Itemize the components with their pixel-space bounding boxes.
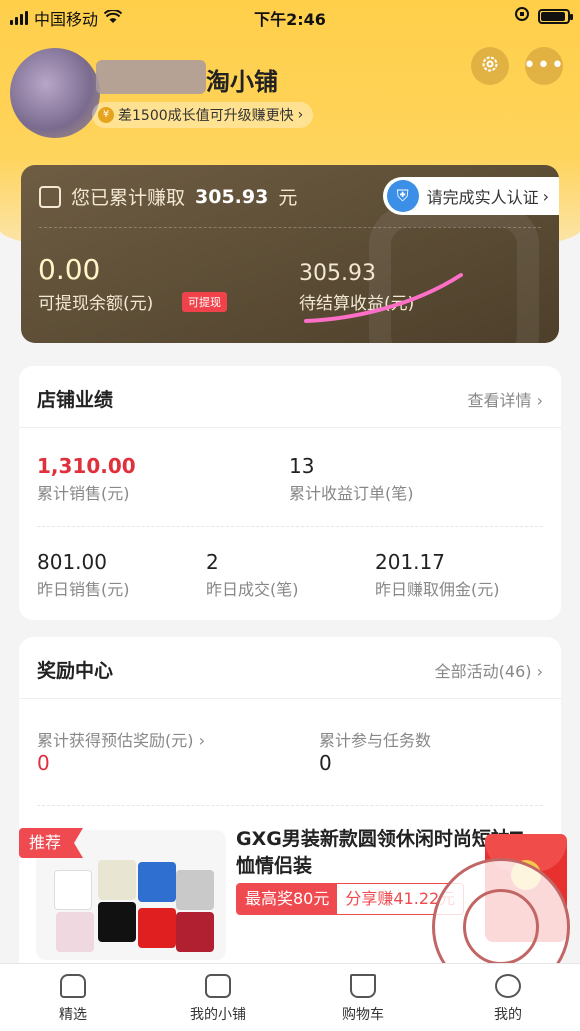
earnings-summary-prefix: 您已累计赚取 (71, 187, 186, 209)
growth-text: 差1500成长值可升级赚更快 (118, 108, 294, 124)
withdrawable-balance-label: 可提现余额(元) (38, 294, 154, 314)
yesterday-deals-value: 2 (206, 550, 219, 574)
yesterday-sales-label: 昨日销售(元) (37, 580, 130, 599)
tshirt-image (98, 860, 136, 900)
withdrawable-balance-value: 0.00 (38, 253, 101, 286)
tab-me[interactable]: 我的 (453, 974, 563, 1024)
battery-icon (538, 8, 573, 24)
shop-name: 淘小铺 (206, 68, 278, 96)
tshirt-image (176, 870, 214, 910)
gear-icon (480, 54, 500, 79)
prize-pill[interactable]: 最高奖80元 分享赚41.22元 (236, 883, 465, 915)
total-sales-metric: 1,310.00 累计销售(元) (37, 454, 136, 504)
max-prize-label: 最高奖80元 (237, 884, 338, 914)
yesterday-commission-value: 201.17 (375, 550, 445, 574)
yesterday-deals-metric: 2 昨日成交(笔) (206, 550, 299, 600)
chevron-right-icon: › (198, 731, 205, 750)
orientation-lock-icon (514, 6, 530, 26)
view-details-label: 查看详情 (467, 391, 532, 410)
chevron-right-icon: › (536, 662, 543, 681)
reward-title: 奖励中心 (37, 660, 114, 682)
total-sales-value: 1,310.00 (37, 454, 136, 478)
yesterday-commission-metric: 201.17 昨日赚取佣金(元) (375, 550, 500, 600)
est-reward-label-text: 累计获得预估奖励(元) (37, 731, 194, 750)
shop-icon (205, 974, 231, 998)
all-activities-label: 全部活动(46) (434, 662, 532, 681)
tasks-metric: 累计参与任务数 0 (319, 727, 431, 775)
earnings-unit: 元 (278, 187, 298, 209)
cart-icon (350, 974, 376, 998)
clock: 下午2:46 (254, 10, 326, 29)
yesterday-commission-label: 昨日赚取佣金(元) (375, 580, 500, 599)
tshirt-image (138, 908, 176, 948)
yesterday-sales-metric: 801.00 昨日销售(元) (37, 550, 130, 600)
tshirt-image (54, 870, 92, 910)
home-icon (60, 974, 86, 998)
tshirt-image (98, 902, 136, 942)
income-orders-value: 13 (289, 454, 315, 478)
tasks-label: 累计参与任务数 (319, 731, 432, 750)
shop-name-redacted (96, 60, 206, 94)
shield-icon: ⛨ (386, 180, 419, 212)
est-reward-metric[interactable]: 累计获得预估奖励(元) › 0 (37, 727, 205, 775)
recommend-tag: 推荐 (19, 828, 83, 858)
tshirt-image (138, 862, 176, 902)
verify-identity-button[interactable]: ⛨ 请完成实人认证 › (382, 177, 559, 215)
est-reward-value: 0 (37, 751, 50, 775)
tab-my-shop-label: 我的小铺 (190, 1007, 246, 1023)
verify-label: 请完成实人认证 (426, 188, 539, 207)
coin-icon: ¥ (98, 107, 114, 123)
shop-avatar[interactable] (10, 48, 100, 138)
settings-button[interactable] (471, 47, 509, 85)
earnings-summary: 您已累计赚取 305.93 元 (39, 183, 297, 210)
tshirt-image (176, 912, 214, 952)
tasks-value: 0 (319, 751, 332, 775)
chevron-right-icon: › (297, 107, 304, 123)
growth-pill[interactable]: ¥ 差1500成长值可升级赚更快 › (92, 102, 314, 128)
more-button[interactable]: ••• (523, 47, 565, 85)
pink-scribble (304, 273, 463, 323)
view-details-link[interactable]: 查看详情 › (467, 387, 543, 411)
yesterday-sales-value: 801.00 (37, 550, 107, 574)
stamp-inner-ring (463, 889, 539, 965)
chevron-right-icon: › (536, 391, 543, 410)
shop-performance-card: 店铺业绩 查看详情 › 1,310.00 累计销售(元) 13 累计收益订单(笔… (19, 366, 561, 620)
wallet-icon (39, 185, 61, 208)
total-sales-label: 累计销售(元) (37, 484, 130, 503)
reward-header[interactable]: 奖励中心 全部活动(46) › (19, 637, 561, 699)
yesterday-deals-label: 昨日成交(笔) (206, 580, 299, 599)
status-right (514, 6, 573, 26)
income-orders-metric: 13 累计收益订单(笔) (289, 454, 414, 504)
tab-cart[interactable]: 购物车 (308, 974, 418, 1024)
status-bar: 中国移动 下午2:46 (0, 0, 580, 32)
tab-featured-label: 精选 (59, 1007, 87, 1023)
tab-my-shop[interactable]: 我的小铺 (163, 974, 273, 1024)
chevron-right-icon: › (542, 186, 549, 206)
divider (37, 805, 543, 806)
user-icon (495, 974, 521, 998)
withdraw-tag[interactable]: 可提现 (182, 292, 227, 312)
earnings-card: 您已累计赚取 305.93 元 ⛨ 请完成实人认证 › 0.00 可提现余额(元… (21, 165, 559, 343)
tab-me-label: 我的 (494, 1007, 522, 1023)
performance-header[interactable]: 店铺业绩 查看详情 › (19, 366, 561, 428)
income-orders-label: 累计收益订单(笔) (289, 484, 414, 503)
est-reward-label: 累计获得预估奖励(元) › (37, 727, 205, 751)
tab-featured[interactable]: 精选 (18, 974, 128, 1024)
more-icon: ••• (523, 53, 565, 78)
bottom-tabbar: 精选 我的小铺 购物车 我的 (0, 963, 580, 1031)
performance-title: 店铺业绩 (37, 389, 114, 411)
divider (39, 227, 541, 228)
all-activities-link[interactable]: 全部活动(46) › (435, 658, 543, 682)
divider (37, 526, 543, 527)
tshirt-image (56, 912, 94, 952)
tab-cart-label: 购物车 (342, 1007, 384, 1023)
earnings-total: 305.93 (195, 185, 269, 208)
